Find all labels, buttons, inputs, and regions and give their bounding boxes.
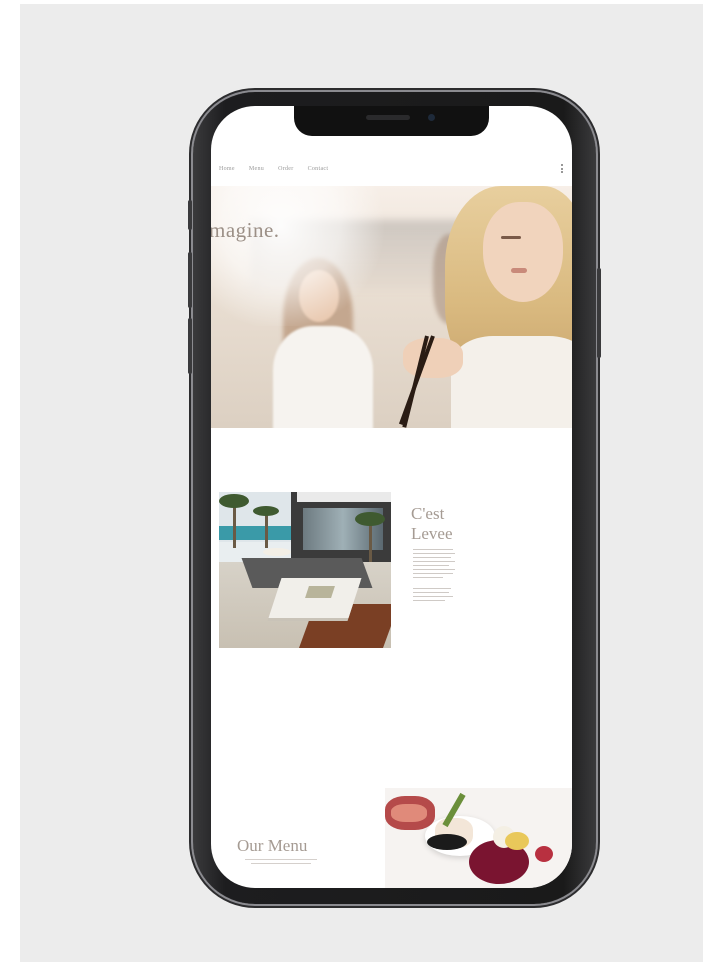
hero-title: magine.	[211, 218, 280, 242]
menu-dish-image	[385, 788, 572, 888]
phone-frame: Home Menu Order Contact magine. C'est Le…	[188, 92, 601, 904]
phone-screen: Home Menu Order Contact magine. C'est Le…	[211, 106, 572, 888]
nav-item-contact[interactable]: Contact	[308, 166, 329, 172]
about-heading: C'est Levee	[411, 504, 453, 544]
phone-notch	[294, 106, 489, 136]
nav-item-order[interactable]: Order	[278, 166, 294, 172]
menu-heading: Our Menu	[237, 836, 308, 855]
about-heading-line2: Levee	[411, 524, 453, 543]
power-button	[597, 268, 601, 358]
menu-body-text	[245, 859, 317, 867]
main-nav: Home Menu Order Contact	[219, 166, 328, 172]
nav-item-home[interactable]: Home	[219, 166, 235, 172]
mute-switch	[188, 200, 192, 230]
about-body-text	[413, 549, 457, 604]
front-camera	[428, 114, 435, 121]
more-vertical-icon[interactable]	[561, 164, 564, 173]
volume-down-button	[188, 318, 192, 374]
volume-up-button	[188, 252, 192, 308]
speaker-grille	[366, 115, 410, 120]
nav-item-menu[interactable]: Menu	[249, 166, 264, 172]
restaurant-terrace-image	[219, 492, 391, 648]
mockup-background: Home Menu Order Contact magine. C'est Le…	[20, 4, 703, 962]
about-heading-line1: C'est	[411, 504, 445, 523]
